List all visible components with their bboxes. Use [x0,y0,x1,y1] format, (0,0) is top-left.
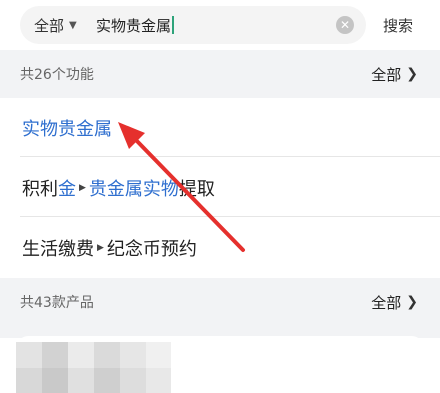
scope-dropdown[interactable]: 全部 ▼ [34,6,77,44]
products-all-label: 全部 [371,293,402,312]
row-divider [20,156,440,157]
caret-right-icon: ▶ [97,242,104,253]
highlighted-text: 金 [58,178,76,200]
scope-label: 全部 [34,16,65,35]
result-text: 纪念币预约 [106,238,197,260]
functions-count: 共26个功能 [20,67,94,83]
products-section-header: 共43款产品 全部 ❯ [0,278,440,326]
result-text: 积利 [22,178,58,200]
function-result-row[interactable]: 实物贵金属 [0,98,440,157]
search-bar: 全部 ▼ 实物贵金属 ✕ 搜索 [0,0,440,50]
row-divider [20,216,440,217]
functions-all-label: 全部 [371,65,402,84]
result-text: 生活缴费 [22,238,94,260]
search-query: 实物贵金属 [96,16,172,35]
function-result-label: 生活缴费 ▶ 纪念币预约 [22,218,197,277]
obscured-product-image [16,342,171,393]
highlighted-text: 贵金属实物 [88,178,179,200]
caret-right-icon: ▶ [79,182,86,193]
search-input[interactable]: 实物贵金属 [96,6,175,44]
text-cursor [172,16,175,34]
highlighted-text: 实物贵金属 [22,118,112,140]
function-result-row[interactable]: 积利金 ▶ 贵金属实物 提取 [0,158,440,217]
chevron-right-icon: ❯ [406,66,418,82]
function-result-label: 实物贵金属 [22,98,112,157]
chevron-right-icon: ❯ [406,294,418,310]
function-result-label: 积利金 ▶ 贵金属实物 提取 [22,158,215,217]
products-count: 共43款产品 [20,295,94,311]
products-all-link[interactable]: 全部 ❯ [371,278,418,326]
clear-icon[interactable]: ✕ [336,16,354,34]
function-result-row[interactable]: 生活缴费 ▶ 纪念币预约 [0,218,440,277]
functions-section-header: 共26个功能 全部 ❯ [0,50,440,98]
functions-all-link[interactable]: 全部 ❯ [371,50,418,98]
result-text: 提取 [178,178,215,200]
search-button[interactable]: 搜索 [383,6,413,44]
search-box[interactable]: 全部 ▼ 实物贵金属 ✕ [20,6,366,44]
caret-down-icon: ▼ [69,19,77,31]
